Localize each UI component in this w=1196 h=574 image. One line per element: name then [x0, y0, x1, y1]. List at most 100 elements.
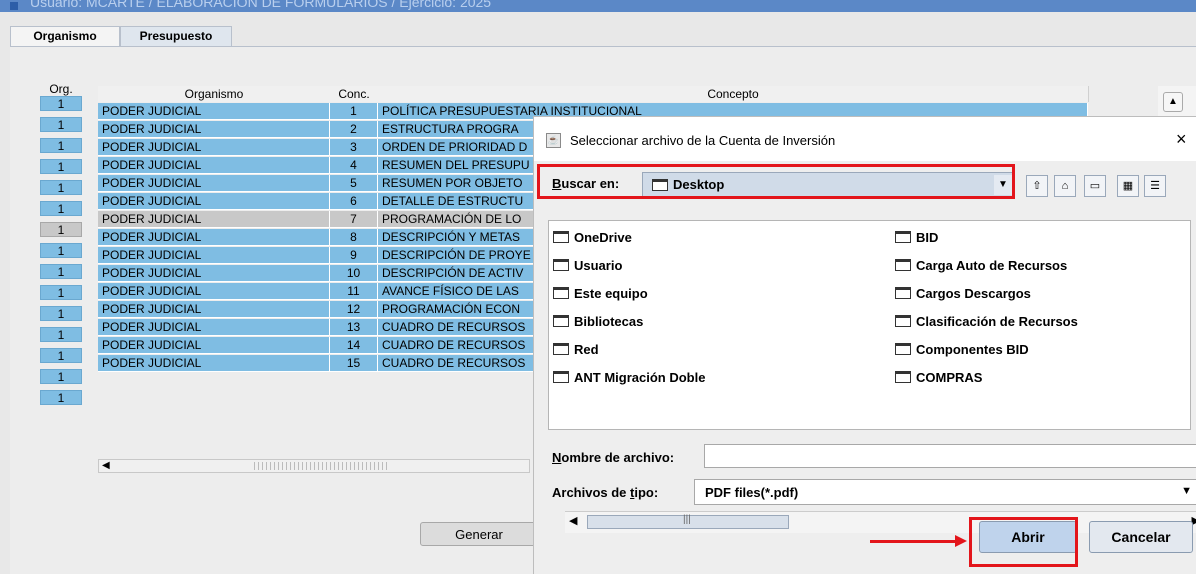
file-list-item[interactable]: Bibliotecas	[553, 311, 643, 333]
open-button-highlight	[969, 517, 1078, 567]
up-folder-icon[interactable]: ⇧	[1026, 175, 1048, 197]
cell-conc[interactable]: 3	[330, 139, 378, 156]
details-view-icon[interactable]: ☰	[1144, 175, 1166, 197]
file-list-item[interactable]: Usuario	[553, 255, 622, 277]
col-header-organismo[interactable]: Organismo	[98, 86, 331, 102]
org-cell[interactable]: 1	[40, 201, 82, 216]
dialog-title-bar: ☕ Seleccionar archivo de la Cuenta de In…	[534, 117, 1196, 161]
cell-organismo[interactable]: PODER JUDICIAL	[98, 175, 330, 192]
cell-organismo[interactable]: PODER JUDICIAL	[98, 157, 330, 174]
scroll-thumb[interactable]: |||	[587, 514, 789, 529]
cell-conc[interactable]: 5	[330, 175, 378, 192]
cell-conc[interactable]: 11	[330, 283, 378, 300]
file-name: ANT Migración Doble	[574, 370, 706, 385]
cell-organismo[interactable]: PODER JUDICIAL	[98, 247, 330, 264]
scroll-up-button[interactable]: ▲	[1163, 92, 1183, 112]
cell-conc[interactable]: 10	[330, 265, 378, 282]
cell-organismo[interactable]: PODER JUDICIAL	[98, 193, 330, 210]
org-column-header: Org.	[49, 82, 73, 96]
cell-conc[interactable]: 4	[330, 157, 378, 174]
tab-organismo[interactable]: Organismo	[10, 26, 120, 47]
home-icon[interactable]: ⌂	[1054, 175, 1076, 197]
folder-icon	[553, 371, 569, 384]
cell-organismo[interactable]: PODER JUDICIAL	[98, 301, 330, 318]
org-cell[interactable]: 1	[40, 159, 82, 174]
cell-organismo[interactable]: PODER JUDICIAL	[98, 103, 330, 120]
cell-conc[interactable]: 12	[330, 301, 378, 318]
org-cell[interactable]: 1	[40, 369, 82, 384]
file-list-item[interactable]: COMPRAS	[895, 367, 982, 389]
org-cell[interactable]: 1	[40, 138, 82, 153]
cell-conc[interactable]: 1	[330, 103, 378, 120]
scroll-left-icon[interactable]: ◀	[102, 460, 110, 472]
file-name: Cargos Descargos	[916, 286, 1031, 301]
file-name: Este equipo	[574, 286, 648, 301]
folder-icon	[553, 315, 569, 328]
col-header-concepto[interactable]: Concepto	[378, 86, 1089, 102]
file-list: OneDrive Usuario Este equipo Bibliotecas Red…	[548, 220, 1196, 533]
cell-conc[interactable]: 7	[330, 211, 378, 228]
cell-conc[interactable]: 14	[330, 337, 378, 354]
org-cell[interactable]: 1	[40, 327, 82, 342]
list-view-icon[interactable]: ▦	[1117, 175, 1139, 197]
folder-icon	[553, 287, 569, 300]
org-cell[interactable]: 1	[40, 222, 82, 237]
cell-organismo[interactable]: PODER JUDICIAL	[98, 139, 330, 156]
file-list-item[interactable]: Red	[553, 339, 599, 361]
cell-conc[interactable]: 6	[330, 193, 378, 210]
org-cell[interactable]: 1	[40, 348, 82, 363]
org-cell[interactable]: 1	[40, 390, 82, 405]
new-folder-icon[interactable]: ▭	[1084, 175, 1106, 197]
cell-conc[interactable]: 8	[330, 229, 378, 246]
scroll-thumb[interactable]	[254, 462, 387, 470]
cell-conc[interactable]: 9	[330, 247, 378, 264]
org-cell[interactable]: 1	[40, 264, 82, 279]
org-cell[interactable]: 1	[40, 285, 82, 300]
filetype-select[interactable]: PDF files(*.pdf) ▼	[694, 479, 1196, 505]
scroll-left-icon[interactable]: ◀	[569, 514, 577, 527]
cell-conc[interactable]: 15	[330, 355, 378, 372]
cancel-button[interactable]: Cancelar	[1089, 521, 1193, 553]
cell-organismo[interactable]: PODER JUDICIAL	[98, 337, 330, 354]
file-list-item[interactable]: Cargos Descargos	[895, 283, 1031, 305]
file-list-item[interactable]: OneDrive	[553, 227, 632, 249]
file-name: OneDrive	[574, 230, 632, 245]
org-cell[interactable]: 1	[40, 180, 82, 195]
cell-organismo[interactable]: PODER JUDICIAL	[98, 283, 330, 300]
file-list-item[interactable]: BID	[895, 227, 938, 249]
org-cell[interactable]: 1	[40, 243, 82, 258]
file-list-item[interactable]: Carga Auto de Recursos	[895, 255, 1067, 277]
org-cell[interactable]: 1	[40, 96, 82, 111]
cell-organismo[interactable]: PODER JUDICIAL	[98, 319, 330, 336]
folder-icon	[895, 259, 911, 272]
file-name: Componentes BID	[916, 342, 1029, 357]
cell-conc[interactable]: 2	[330, 121, 378, 138]
grid-hscrollbar[interactable]: ◀	[98, 459, 530, 473]
cell-organismo[interactable]: PODER JUDICIAL	[98, 229, 330, 246]
folder-icon	[895, 343, 911, 356]
cell-conc[interactable]: 13	[330, 319, 378, 336]
org-column: 1 1 1 1 1 1 1 1 1 1 1 1 1 1 1	[40, 96, 82, 411]
org-cell[interactable]: 1	[40, 306, 82, 321]
chevron-down-icon[interactable]: ▼	[1181, 485, 1192, 497]
file-list-item[interactable]: Clasificación de Recursos	[895, 311, 1078, 333]
file-list-item[interactable]: Componentes BID	[895, 339, 1029, 361]
file-name: Bibliotecas	[574, 314, 644, 329]
file-list-item[interactable]: Este equipo	[553, 283, 648, 305]
cell-organismo[interactable]: PODER JUDICIAL	[98, 211, 330, 228]
cell-organismo[interactable]: PODER JUDICIAL	[98, 265, 330, 282]
tab-presupuesto[interactable]: Presupuesto	[120, 26, 232, 46]
org-cell[interactable]: 1	[40, 117, 82, 132]
file-name: Carga Auto de Recursos	[916, 258, 1068, 273]
folder-icon	[895, 287, 911, 300]
filetype-value: PDF files(*.pdf)	[705, 485, 799, 500]
generar-button[interactable]: Generar	[420, 522, 538, 546]
cell-organismo[interactable]: PODER JUDICIAL	[98, 121, 330, 138]
col-header-conc[interactable]: Conc.	[330, 86, 379, 102]
folder-icon	[553, 343, 569, 356]
pointer-arrow	[870, 540, 958, 543]
cell-organismo[interactable]: PODER JUDICIAL	[98, 355, 330, 372]
filename-input[interactable]	[704, 444, 1196, 468]
file-list-item[interactable]: ANT Migración Doble	[553, 367, 705, 389]
close-icon[interactable]: ×	[1176, 129, 1187, 150]
